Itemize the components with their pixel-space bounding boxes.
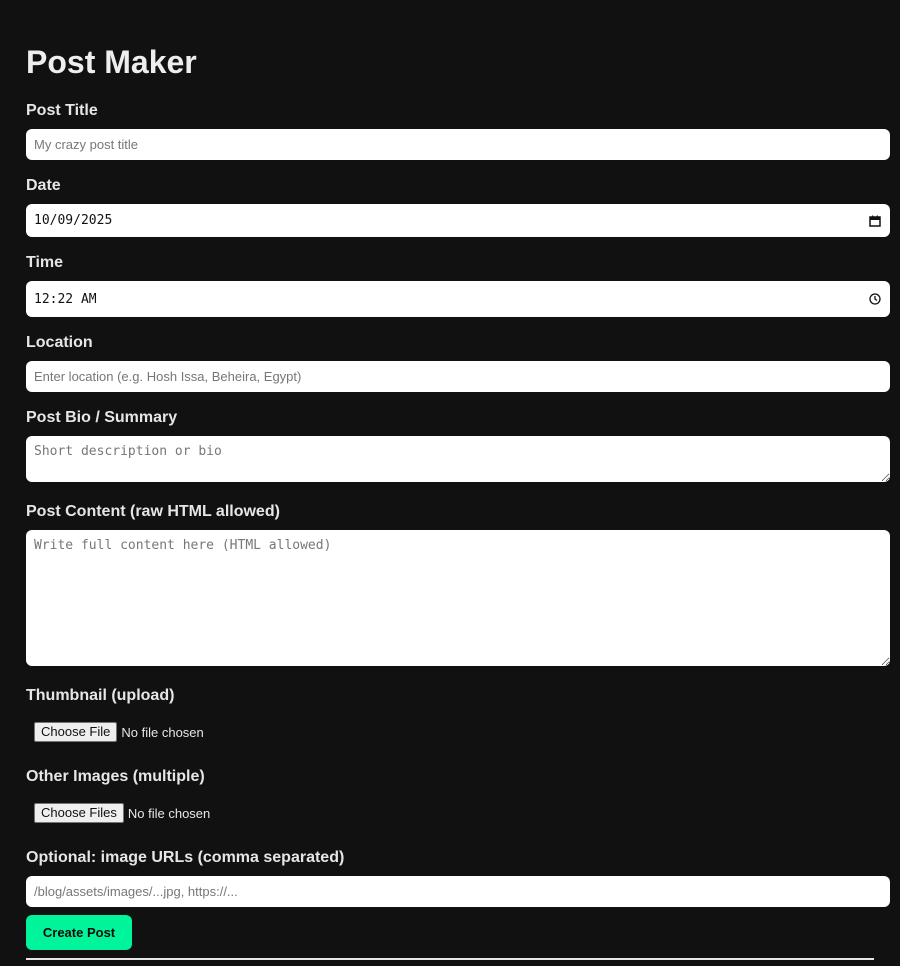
time-value: 12:22 AM bbox=[34, 291, 97, 307]
thumbnail-label: Thumbnail (upload) bbox=[26, 687, 175, 704]
choose-files-button[interactable]: Choose Files bbox=[34, 803, 124, 823]
thumbnail-file-input: Choose File No file chosen bbox=[34, 722, 204, 742]
date-value: 10/09/2025 bbox=[34, 213, 113, 228]
location-input[interactable] bbox=[26, 361, 890, 392]
page-title: Post Maker bbox=[26, 44, 197, 80]
bio-label: Post Bio / Summary bbox=[26, 409, 178, 426]
image-urls-input[interactable] bbox=[26, 876, 890, 907]
divider bbox=[26, 958, 874, 960]
other-images-file-status: No file chosen bbox=[127, 805, 211, 821]
choose-file-button[interactable]: Choose File bbox=[34, 722, 118, 742]
image-urls-label: Optional: image URLs (comma separated) bbox=[26, 849, 345, 866]
time-label: Time bbox=[26, 254, 64, 271]
content-textarea[interactable] bbox=[26, 530, 890, 666]
clock-icon[interactable] bbox=[868, 292, 882, 306]
post-title-label: Post Title bbox=[26, 102, 98, 119]
create-post-button[interactable]: Create Post bbox=[26, 915, 132, 950]
other-images-file-input: Choose Files No file chosen bbox=[34, 803, 210, 823]
time-input[interactable]: 12:22 AM bbox=[26, 281, 890, 317]
bio-textarea[interactable] bbox=[26, 436, 890, 482]
content-label: Post Content (raw HTML allowed) bbox=[26, 503, 280, 520]
post-title-input[interactable] bbox=[26, 129, 890, 160]
calendar-icon[interactable] bbox=[868, 214, 882, 228]
date-input[interactable]: 10/09/2025 bbox=[26, 204, 890, 237]
other-images-label: Other Images (multiple) bbox=[26, 768, 205, 785]
location-label: Location bbox=[26, 334, 93, 351]
thumbnail-file-status: No file chosen bbox=[121, 724, 204, 740]
date-label: Date bbox=[26, 177, 61, 194]
